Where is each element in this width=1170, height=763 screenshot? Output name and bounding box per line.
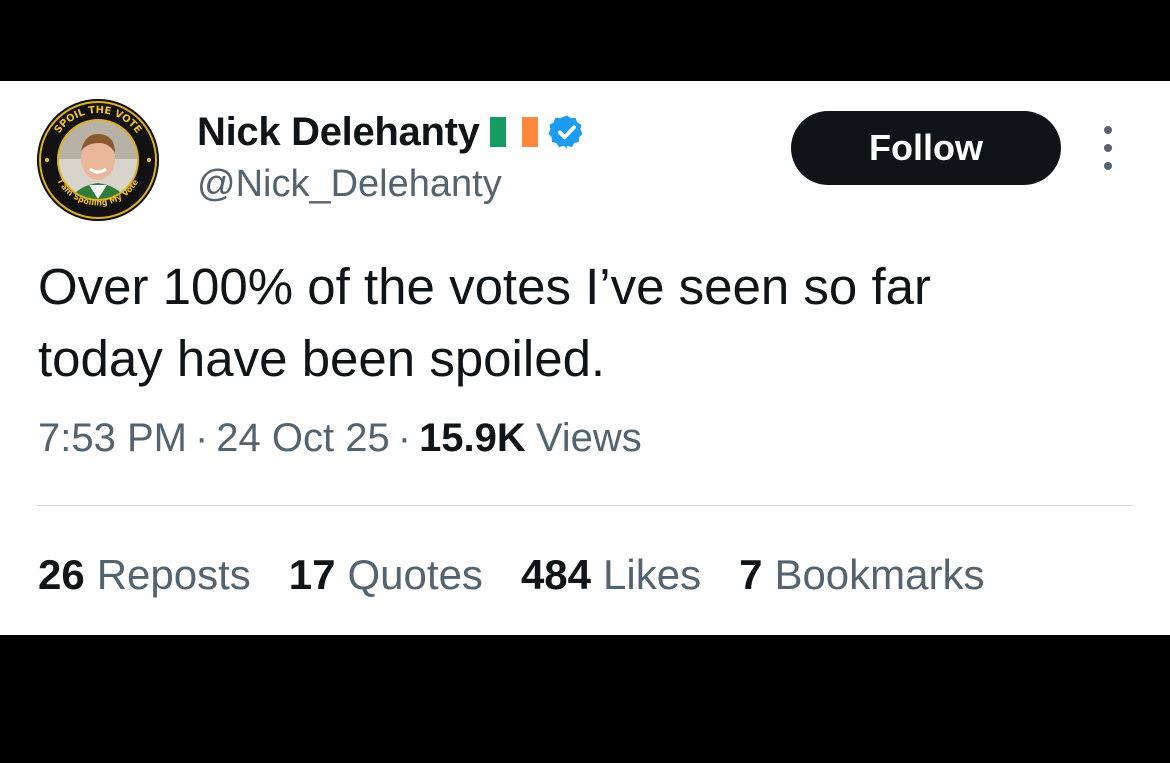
avatar[interactable]: SPOIL THE VOTE I am Spoiling My Vote (37, 99, 159, 221)
flag-stripe-green (489, 117, 506, 147)
stat-label: Bookmarks (774, 551, 985, 598)
views-count[interactable]: 15.9K (419, 416, 526, 461)
views-label[interactable]: Views (536, 416, 642, 461)
tweet-time[interactable]: 7:53 PM (38, 416, 187, 461)
verified-badge-icon[interactable] (547, 113, 586, 151)
stat-count: 17 (288, 551, 336, 598)
user-handle[interactable]: @Nick_Delehanty (197, 163, 502, 206)
stat-likes[interactable]: 484 Likes (521, 551, 701, 599)
more-dot (1104, 144, 1112, 152)
stat-reposts[interactable]: 26 Reposts (38, 551, 251, 599)
tweet-meta: 7:53 PM · 24 Oct 25 · 15.9K Views (38, 416, 642, 461)
follow-button[interactable]: Follow (791, 111, 1061, 185)
stat-count: 484 (520, 551, 592, 598)
tweet-date[interactable]: 24 Oct 25 (216, 416, 389, 461)
flag-stripe-white (505, 117, 522, 147)
display-name[interactable]: Nick Delehanty (197, 110, 480, 155)
tweet-text-line: today have been spoiled. (38, 330, 606, 387)
more-options-icon[interactable] (1096, 126, 1120, 170)
stat-label: Likes (603, 551, 702, 598)
divider (37, 505, 1133, 506)
stat-quotes[interactable]: 17 Quotes (289, 551, 483, 599)
more-dot (1104, 162, 1112, 170)
stat-count: 26 (38, 551, 85, 598)
meta-separator: · (397, 416, 412, 460)
meta-separator: · (194, 416, 209, 460)
stat-bookmarks[interactable]: 7 Bookmarks (739, 551, 984, 599)
stat-label: Reposts (96, 551, 251, 598)
flag-stripe-orange (521, 117, 538, 147)
stat-label: Quotes (347, 551, 483, 598)
user-name-row: Nick Delehanty (197, 109, 586, 155)
tweet-card: SPOIL THE VOTE I am Spoiling My Vote Nic… (0, 81, 1170, 635)
tweet-text-line: Over 100% of the votes I’ve seen so far (38, 258, 931, 315)
ireland-flag-icon (489, 117, 538, 147)
tweet-text: Over 100% of the votes I’ve seen so far … (38, 251, 1128, 395)
stat-count: 7 (739, 551, 763, 598)
more-dot (1104, 126, 1112, 134)
engagement-stats: 26 Reposts 17 Quotes 484 Likes 7 Bookmarks (38, 551, 985, 599)
avatar-image: SPOIL THE VOTE I am Spoiling My Vote (37, 99, 159, 221)
